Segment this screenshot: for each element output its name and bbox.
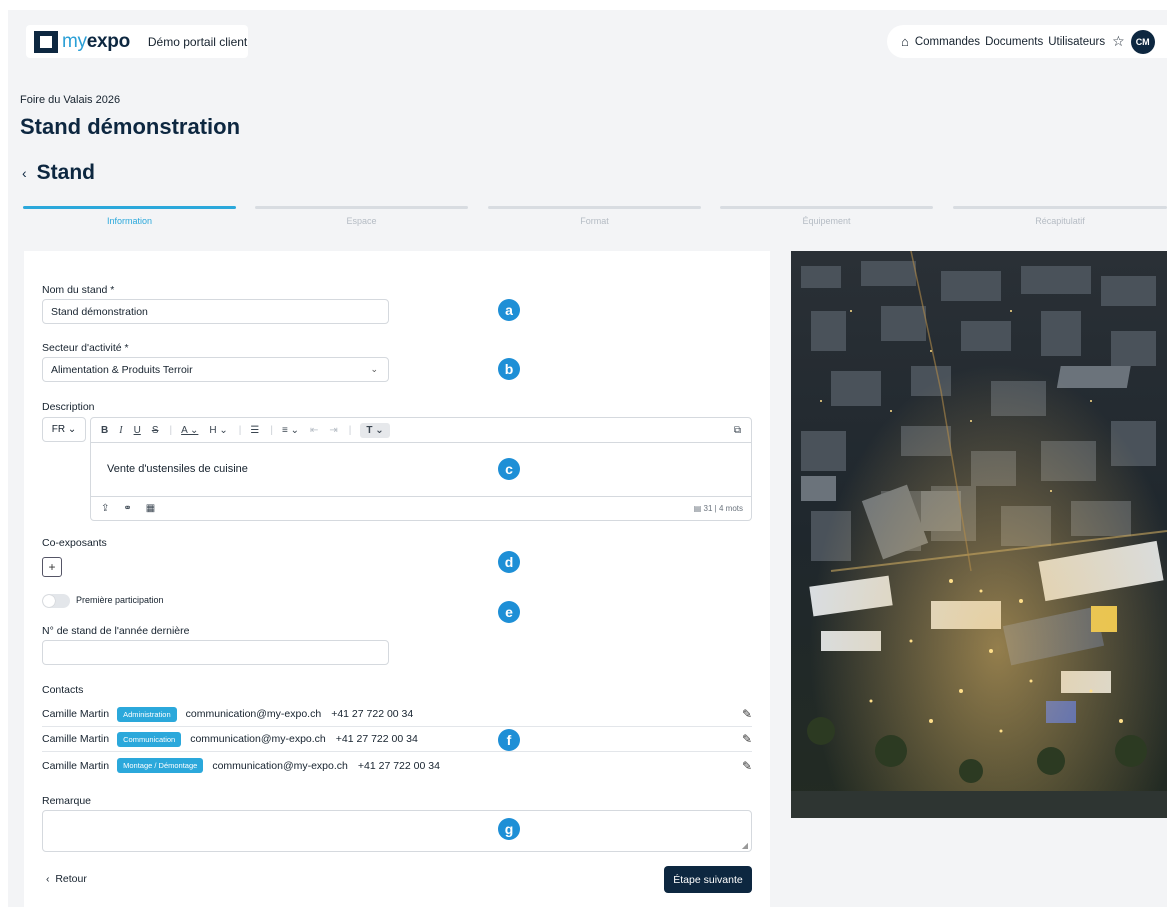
step-information[interactable]: Information <box>23 206 236 226</box>
toolbar-divider: | <box>169 424 173 436</box>
step-equipement[interactable]: Équipement <box>720 206 933 226</box>
remark-label: Remarque <box>42 795 92 807</box>
sector-select-value: Alimentation & Produits Terroir <box>51 363 193 376</box>
stand-name-label: Nom du stand * <box>42 284 115 296</box>
bold-icon[interactable]: B <box>101 425 108 436</box>
contacts-label: Contacts <box>42 684 84 696</box>
list-icon[interactable]: ☰ <box>250 425 259 436</box>
language-select[interactable]: FR ⌄ <box>42 417 86 442</box>
nav-utilisateurs[interactable]: Utilisateurs <box>1048 36 1105 48</box>
last-year-stand-input[interactable] <box>42 640 389 665</box>
last-year-stand-label: N° de stand de l'année dernière <box>42 625 190 637</box>
role-badge: Communication <box>117 731 182 747</box>
annotation-badge-c: c <box>498 458 520 480</box>
step-espace[interactable]: Espace <box>255 206 468 226</box>
home-icon[interactable]: ⌂ <box>901 34 909 49</box>
logo[interactable]: myexpo <box>62 31 130 53</box>
chevron-left-icon[interactable]: ‹ <box>22 165 27 181</box>
sector-label: Secteur d'activité * <box>42 342 129 354</box>
contact-email: communication@my-expo.ch <box>185 708 322 720</box>
nav-commandes[interactable]: Commandes <box>915 36 980 48</box>
form-card: Nom du stand * Stand démonstration a Sec… <box>24 251 770 907</box>
table-icon[interactable]: ▦ <box>146 503 155 514</box>
outdent-icon[interactable]: ⇤ <box>310 425 318 436</box>
chevron-left-icon: ‹ <box>46 873 50 885</box>
italic-icon[interactable]: I <box>119 425 122 436</box>
fair-aerial-photo <box>791 251 1167 818</box>
contact-name: Camille Martin <box>42 708 110 720</box>
nav-documents[interactable]: Documents <box>985 36 1043 48</box>
strikethrough-icon[interactable]: S <box>152 425 159 436</box>
star-icon[interactable]: ☆ <box>1112 33 1125 50</box>
underline-icon[interactable]: U <box>134 425 141 436</box>
contact-email: communication@my-expo.ch <box>212 759 348 772</box>
role-badge: Montage / Démontage <box>117 758 204 773</box>
annotation-badge-b: b <box>498 358 520 380</box>
annotation-badge-f: f <box>498 729 520 751</box>
toolbar-divider: | <box>270 424 273 436</box>
edit-icon[interactable]: ✎ <box>742 759 752 773</box>
toolbar-divider: | <box>348 424 352 436</box>
contact-phone: +41 27 722 00 34 <box>357 759 440 772</box>
edit-icon[interactable]: ✎ <box>742 707 752 721</box>
step-recapitulatif[interactable]: Récapitulatif <box>953 206 1167 226</box>
description-editor: FR ⌄ B I U S | A ⌄ H ⌄ | ☰ | ≡ ⌄ ⇤ ⇥ | T… <box>42 417 752 521</box>
annotation-badge-d: d <box>498 551 520 573</box>
section-title-text: Stand <box>36 161 96 184</box>
link-icon[interactable]: ⚭ <box>123 503 131 514</box>
contact-email: communication@my-expo.ch <box>190 733 326 745</box>
portal-name: Démo portail client <box>147 34 248 49</box>
first-participation-toggle[interactable] <box>42 594 70 608</box>
stand-name-input[interactable]: Stand démonstration <box>42 299 389 324</box>
rich-text-editor[interactable]: B I U S | A ⌄ H ⌄ | ☰ | ≡ ⌄ ⇤ ⇥ | T ⌄ ⧉ <box>90 417 752 521</box>
description-content[interactable]: Vente d'ustensiles de cuisine <box>107 463 248 475</box>
role-badge: Administration <box>117 706 177 722</box>
clear-format-icon[interactable]: ⧉ <box>734 425 741 436</box>
editor-toolbar: B I U S | A ⌄ H ⌄ | ☰ | ≡ ⌄ ⇤ ⇥ | T ⌄ ⧉ <box>91 418 751 443</box>
chevron-down-icon: ⌄ <box>370 364 378 374</box>
edit-icon[interactable]: ✎ <box>742 732 752 746</box>
contact-phone: +41 27 722 00 34 <box>335 733 418 745</box>
upload-icon[interactable]: ⇪ <box>101 503 109 514</box>
toolbar-divider: | <box>238 424 242 436</box>
word-count: ▤ 31 | 4 mots <box>693 504 743 513</box>
heading-icon[interactable]: H ⌄ <box>209 425 227 436</box>
annotation-badge-g: g <box>498 818 520 840</box>
editor-footer: ⇪ ⚭ ▦ ▤ 31 | 4 mots <box>91 496 751 520</box>
step-format[interactable]: Format <box>488 206 701 226</box>
contact-row: Camille Martin Administration communicat… <box>42 702 752 727</box>
text-format-icon[interactable]: T ⌄ <box>360 422 390 438</box>
first-participation-label: Première participation <box>76 595 164 605</box>
brand-box: myexpo Démo portail client <box>26 25 248 58</box>
back-button[interactable]: ‹ Retour <box>46 873 87 885</box>
coexhibitors-label: Co-exposants <box>42 537 107 549</box>
annotation-badge-e: e <box>498 601 520 623</box>
contact-name: Camille Martin <box>42 759 110 772</box>
font-color-icon[interactable]: A ⌄ <box>181 425 198 436</box>
avatar[interactable]: CM <box>1130 29 1155 54</box>
top-nav: ⌂ Commandes Documents Utilisateurs ☆ CM <box>887 25 1167 58</box>
align-icon[interactable]: ≡ ⌄ <box>282 425 299 436</box>
contact-row: Camille Martin Montage / Démontage commu… <box>42 753 752 778</box>
description-label: Description <box>42 401 95 413</box>
add-coexhibitor-button[interactable]: + <box>42 557 62 577</box>
remark-textarea[interactable]: ◢ <box>42 810 752 852</box>
section-title: ‹ Stand <box>22 161 95 185</box>
page: myexpo Démo portail client ⌂ Commandes D… <box>8 10 1167 907</box>
next-step-button[interactable]: Étape suivante <box>664 866 752 893</box>
contact-phone: +41 27 722 00 34 <box>331 708 414 720</box>
logo-icon <box>34 30 58 53</box>
annotation-badge-a: a <box>498 299 520 321</box>
contact-row: Camille Martin Communication communicati… <box>42 727 752 752</box>
resize-handle-icon[interactable]: ◢ <box>742 841 748 850</box>
contact-name: Camille Martin <box>42 733 110 745</box>
event-name: Foire du Valais 2026 <box>20 94 121 106</box>
page-title: Stand démonstration <box>20 114 241 139</box>
sector-select[interactable]: Alimentation & Produits Terroir ⌄ <box>42 357 389 382</box>
indent-icon[interactable]: ⇥ <box>329 425 337 436</box>
